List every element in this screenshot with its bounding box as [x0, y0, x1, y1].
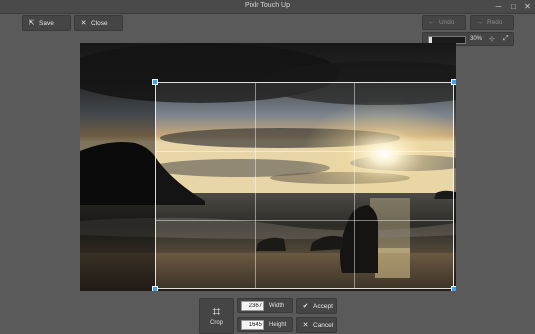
redo-button[interactable]: → Redo	[470, 15, 514, 30]
crop-tool-label: Crop	[209, 320, 223, 326]
close-window-icon[interactable]: ✕	[523, 2, 532, 11]
title-bar: Pixlr Touch Up ─ □ ✕	[0, 0, 535, 14]
undo-button[interactable]: ← Undo	[422, 15, 466, 30]
height-label: Height	[269, 322, 287, 328]
close-label: Close	[91, 19, 108, 27]
crop-grid-line	[156, 220, 453, 221]
zoom-percent: 30%	[470, 36, 483, 42]
fit-to-screen-icon[interactable]: ⊹	[489, 35, 495, 43]
undo-icon: ←	[428, 19, 435, 26]
cancel-label: Cancel	[313, 321, 334, 329]
crop-handle-top-left[interactable]	[152, 79, 158, 85]
crop-handle-bottom-right[interactable]	[451, 286, 456, 291]
accept-button[interactable]: ✔ Accept	[296, 298, 337, 314]
width-label: Width	[269, 303, 285, 309]
window-title: Pixlr Touch Up	[244, 2, 290, 9]
close-icon: ✕	[80, 20, 87, 27]
save-icon: ⇱	[28, 20, 35, 27]
close-button[interactable]: ✕ Close	[74, 15, 123, 31]
crop-shade-left	[80, 82, 155, 289]
cancel-button[interactable]: ✕ Cancel	[296, 317, 337, 333]
crop-rectangle[interactable]	[152, 79, 456, 291]
minimize-icon[interactable]: ─	[494, 2, 503, 11]
width-input[interactable]	[241, 301, 264, 311]
accept-label: Accept	[313, 302, 333, 310]
cancel-icon: ✕	[302, 322, 309, 329]
save-button[interactable]: ⇱ Save	[22, 15, 71, 31]
height-input[interactable]	[241, 320, 264, 330]
save-label: Save	[39, 19, 54, 27]
crop-shade-bottom	[80, 289, 456, 291]
crop-grid-line	[354, 83, 355, 288]
maximize-icon[interactable]: □	[509, 2, 518, 11]
crop-handle-top-right[interactable]	[451, 79, 456, 85]
redo-label: Redo	[487, 19, 503, 26]
crop-handle-bottom-left[interactable]	[152, 286, 158, 291]
crop-tool-button[interactable]: ⌗ Crop	[199, 298, 234, 334]
image-canvas[interactable]	[80, 43, 456, 291]
height-field: Height	[237, 317, 293, 332]
undo-label: Undo	[439, 19, 455, 26]
crop-icon: ⌗	[212, 303, 221, 319]
crop-grid-line	[255, 83, 256, 288]
crop-shade-top	[80, 43, 456, 82]
crop-grid-line	[156, 151, 453, 152]
width-field: Width	[237, 298, 293, 313]
redo-icon: →	[476, 19, 483, 26]
expand-icon[interactable]: ⤢	[503, 35, 509, 43]
crop-shade-right	[454, 82, 456, 289]
checkmark-icon: ✔	[302, 303, 309, 310]
